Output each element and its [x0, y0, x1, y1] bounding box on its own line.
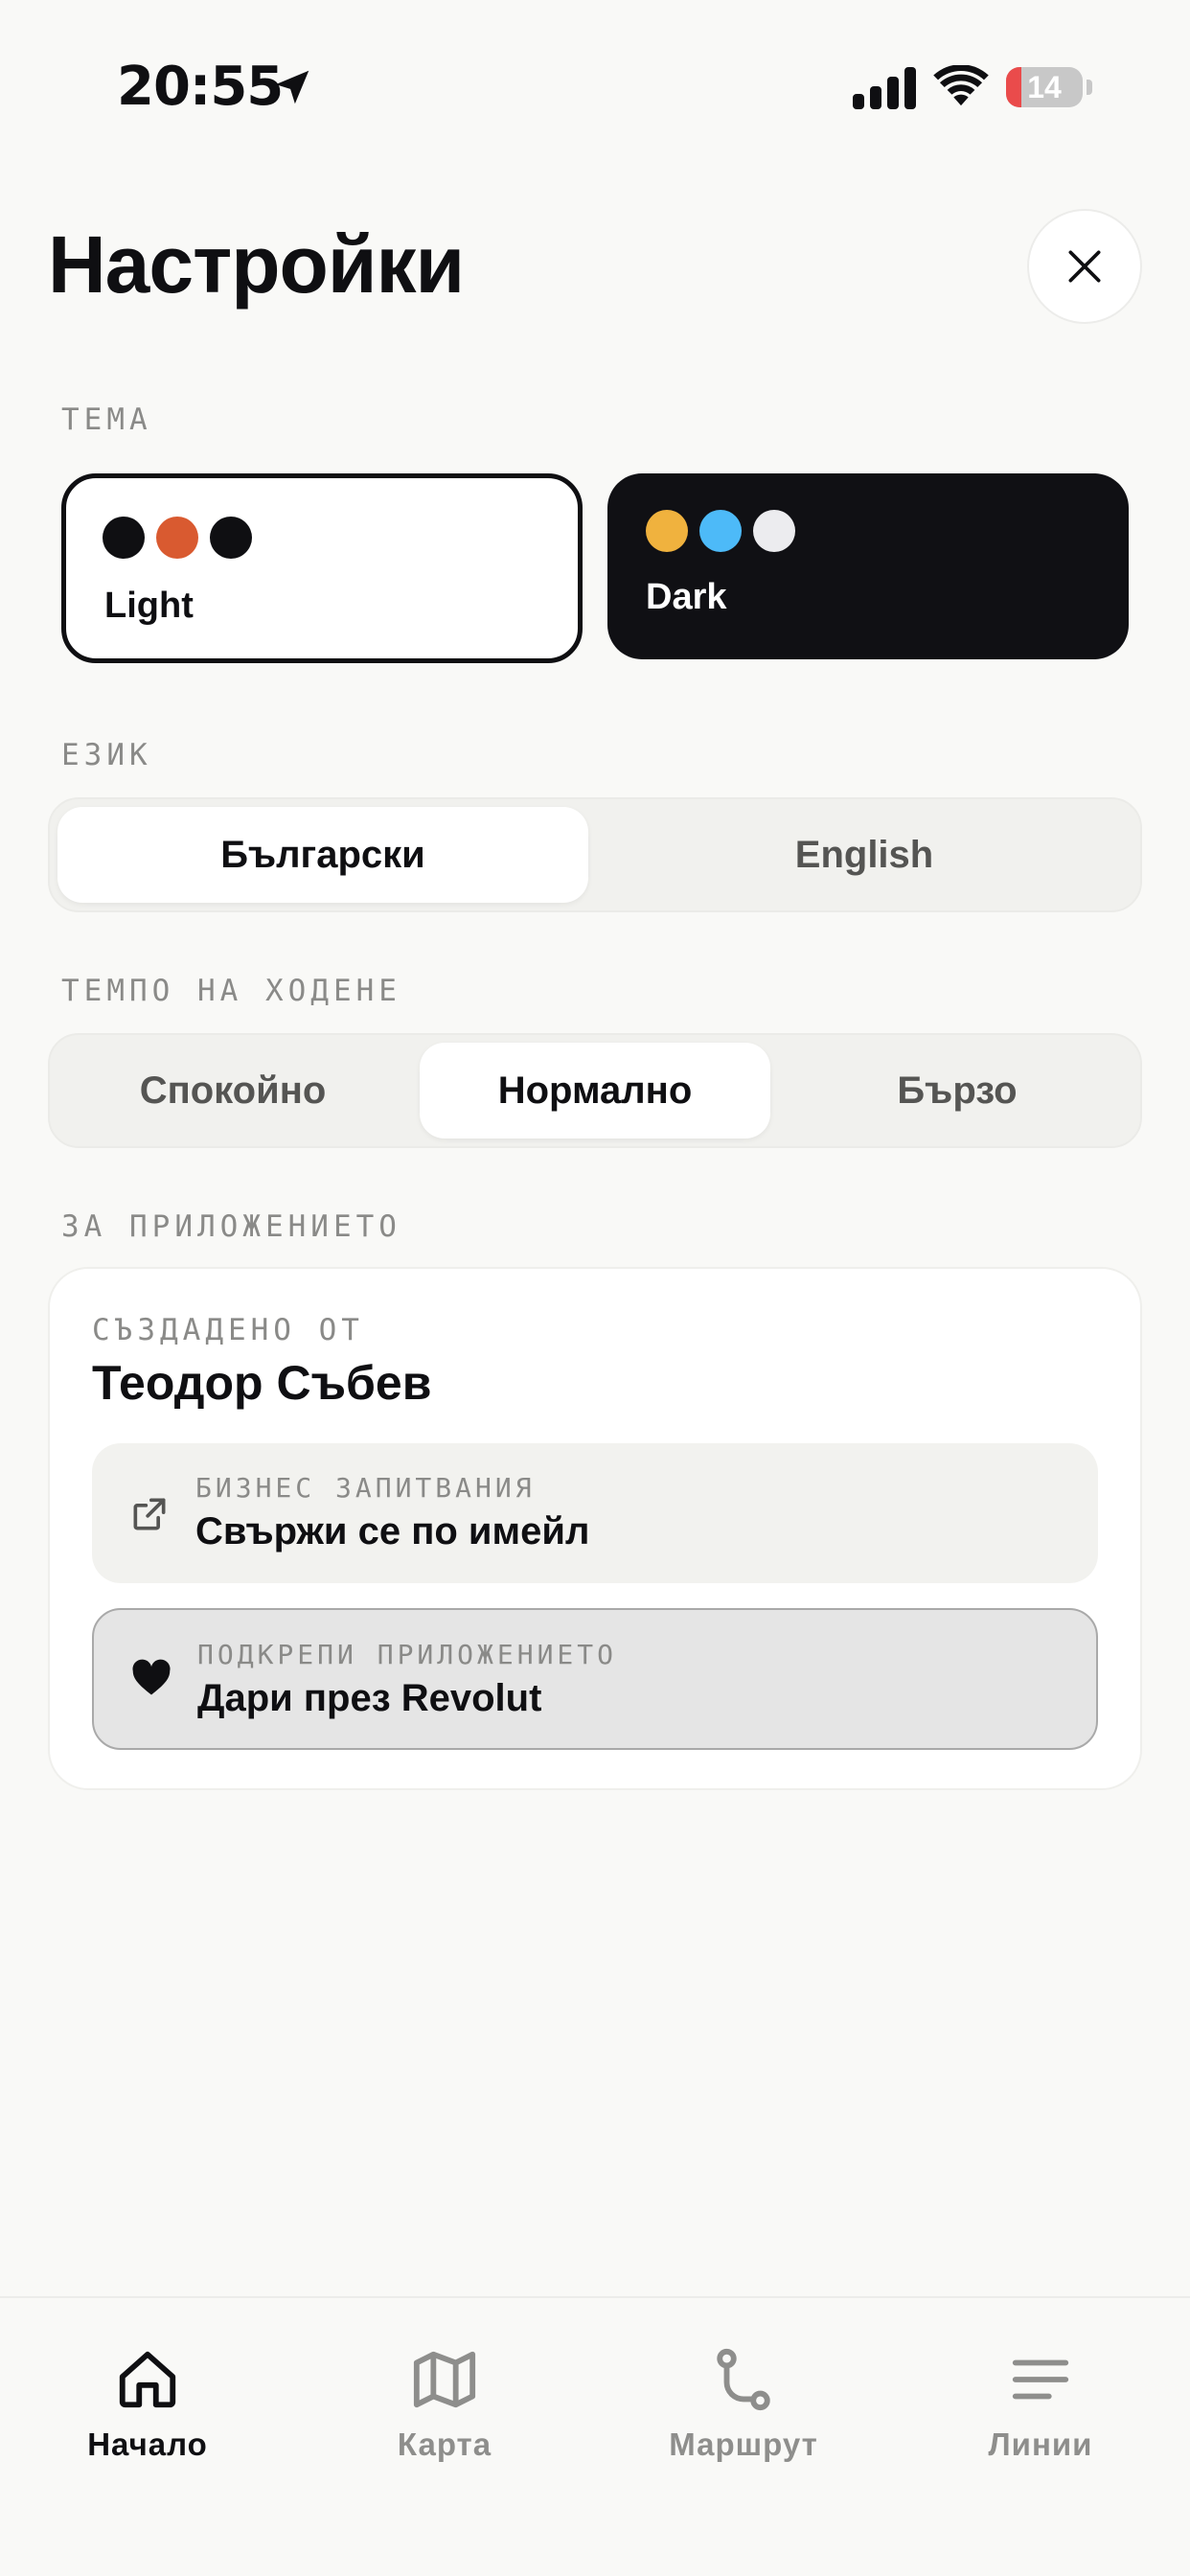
swatch-dot [103, 517, 145, 559]
wifi-icon [933, 65, 989, 106]
heart-icon [132, 1659, 171, 1695]
pace-section-label: ТЕМПО НА ХОДЕНЕ [61, 974, 401, 1008]
pace-option-fast[interactable]: Бързо [782, 1043, 1133, 1138]
battery-percent: 14 [1027, 70, 1062, 104]
battery-indicator: 14 [1006, 67, 1083, 107]
theme-option-label: Light [104, 586, 194, 626]
donate-revolut-button[interactable]: ПОДКРЕПИ ПРИЛОЖЕНИЕТО Дари през Revolut [92, 1608, 1098, 1750]
about-card: СЪЗДАДЕНО ОТ Теодор Събев БИЗНЕС ЗАПИТВА… [48, 1267, 1142, 1790]
home-icon [119, 2351, 176, 2408]
cellular-signal-icon [853, 67, 916, 109]
swatch-dot [156, 517, 198, 559]
theme-option-label: Dark [646, 577, 727, 617]
about-section-label: ЗА ПРИЛОЖЕНИЕТО [61, 1209, 401, 1244]
location-arrow-icon [275, 70, 309, 104]
donate-kicker: ПОДКРЕПИ ПРИЛОЖЕНИЕТО [197, 1639, 618, 1670]
pace-selector: Спокойно Нормално Бързо [48, 1033, 1142, 1148]
swatch-dot [753, 510, 795, 552]
tab-bar: Начало Карта Маршрут Линии [0, 2296, 1190, 2576]
close-button[interactable] [1027, 209, 1142, 324]
external-link-icon [133, 1498, 166, 1530]
menu-icon [1012, 2359, 1069, 2400]
tab-route-label: Маршрут [669, 2426, 818, 2462]
tab-route[interactable]: Маршрут [629, 2346, 858, 2480]
route-icon [717, 2348, 770, 2411]
language-option-english[interactable]: English [594, 807, 1134, 903]
theme-option-dark[interactable]: Dark [607, 473, 1129, 659]
tab-map-label: Карта [397, 2426, 492, 2462]
theme-option-light[interactable]: Light [61, 473, 583, 663]
contact-title: Свържи се по имейл [195, 1510, 590, 1552]
tab-home-label: Начало [87, 2426, 208, 2462]
tab-map[interactable]: Карта [330, 2346, 560, 2480]
language-option-bulgarian[interactable]: Български [57, 807, 588, 903]
swatch-dot [646, 510, 688, 552]
map-icon [413, 2351, 476, 2408]
status-time: 20:55 [117, 56, 284, 118]
pace-option-calm[interactable]: Спокойно [57, 1043, 408, 1138]
created-by-label: СЪЗДАДЕНО ОТ [92, 1313, 364, 1347]
tab-lines-label: Линии [988, 2426, 1093, 2462]
contact-kicker: БИЗНЕС ЗАПИТВАНИЯ [195, 1472, 536, 1504]
theme-light-swatches [103, 517, 252, 559]
swatch-dot [699, 510, 742, 552]
contact-email-button[interactable]: БИЗНЕС ЗАПИТВАНИЯ Свържи се по имейл [92, 1443, 1098, 1583]
tab-lines[interactable]: Линии [926, 2346, 1156, 2480]
pace-option-normal[interactable]: Нормално [420, 1043, 770, 1138]
language-selector: Български English [48, 797, 1142, 912]
battery-nub [1087, 80, 1092, 95]
author-name: Теодор Събев [92, 1356, 432, 1410]
language-section-label: ЕЗИК [61, 738, 152, 772]
theme-section-label: ТЕМА [61, 402, 152, 437]
status-bar: 20:55 14 [0, 0, 1190, 172]
swatch-dot [210, 517, 252, 559]
close-icon [1068, 250, 1101, 283]
theme-dark-swatches [646, 510, 795, 552]
page-title: Настройки [48, 219, 465, 310]
tab-home[interactable]: Начало [33, 2346, 263, 2480]
donate-title: Дари през Revolut [197, 1677, 542, 1719]
